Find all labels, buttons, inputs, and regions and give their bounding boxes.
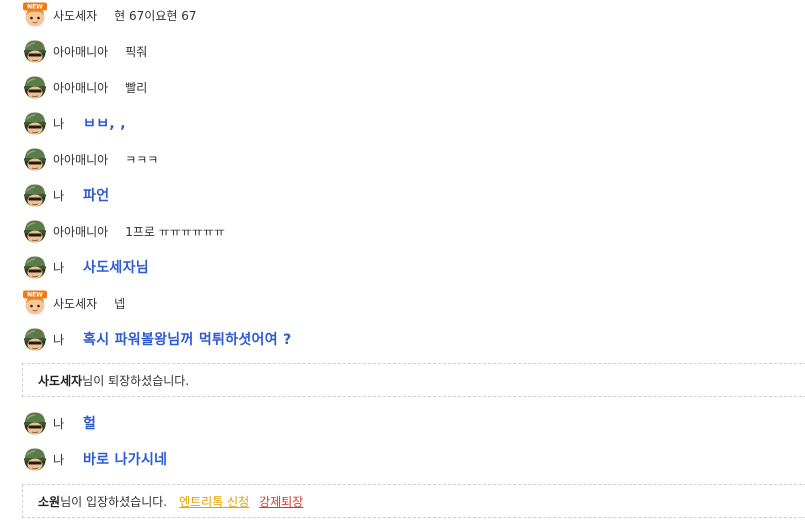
sender-nickname[interactable]: 나 (53, 451, 64, 468)
soldier-avatar-icon[interactable] (22, 326, 48, 352)
new-badge-label: NEW (27, 4, 43, 11)
new-badge-avatar-icon[interactable]: NEW (22, 2, 48, 28)
entry-talk-request-link[interactable]: 엔트리톡 신청 (179, 493, 249, 510)
notice-text: 님이 퇴장하셨습니다. (82, 373, 190, 388)
message-text: 바로 나가시네 (83, 452, 168, 468)
soldier-avatar-icon[interactable] (22, 182, 48, 208)
kick-user-link[interactable]: 강제퇴장 (259, 493, 303, 510)
sender-nickname[interactable]: 아아매니아 (53, 151, 108, 168)
system-notice-enter: 소원 님이 입장하셨습니다. 엔트리톡 신청 강제퇴장 (22, 484, 805, 518)
chat-message-row: 나 사도세자님 (22, 254, 149, 280)
chat-message-row: 나 헐 (22, 410, 96, 436)
sender-nickname[interactable]: 나 (53, 331, 64, 348)
chat-message-row: 아아매니아 ㅋㅋㅋ (22, 146, 158, 172)
sender-nickname[interactable]: 사도세자 (53, 7, 97, 24)
message-text: 픽줘 (125, 44, 148, 59)
message-text: 혹시 파워볼왕님꺼 먹튀하셧어여 ? (83, 332, 292, 348)
sender-nickname[interactable]: 나 (53, 259, 64, 276)
chat-message-row: NEW 사도세자 넵 (22, 290, 125, 316)
notice-username[interactable]: 사도세자 (38, 372, 82, 389)
soldier-avatar-icon[interactable] (22, 254, 48, 280)
message-text: ㅂㅂ, , (83, 116, 126, 132)
notice-text: 님이 입장하셨습니다. (60, 494, 168, 509)
soldier-avatar-icon[interactable] (22, 38, 48, 64)
chat-feed: NEW 사도세자 현 67이요현 67 아아매니아 픽줘 아아매니아 빨리 나 … (0, 0, 805, 528)
chat-message-row: 나 혹시 파워볼왕님꺼 먹튀하셧어여 ? (22, 326, 292, 352)
new-badge-avatar-icon[interactable]: NEW (22, 290, 48, 316)
message-text: 사도세자님 (83, 260, 149, 276)
notice-username[interactable]: 소원 (38, 493, 60, 510)
message-text: 헐 (83, 416, 97, 432)
chat-message-row: 아아매니아 픽줘 (22, 38, 147, 64)
sender-nickname[interactable]: 나 (53, 115, 64, 132)
message-text: 1프로 ㅠㅠㅠㅠㅠㅠ (125, 224, 225, 239)
chat-message-row: 아아매니아 빨리 (22, 74, 147, 100)
sender-nickname[interactable]: 아아매니아 (53, 79, 108, 96)
sender-nickname[interactable]: 아아매니아 (53, 43, 108, 60)
chat-message-row: NEW 사도세자 현 67이요현 67 (22, 2, 197, 28)
chat-message-row: 나 파언 (22, 182, 109, 208)
chat-message-row: 나 바로 나가시네 (22, 446, 167, 472)
soldier-avatar-icon[interactable] (22, 410, 48, 436)
sender-nickname[interactable]: 아아매니아 (53, 223, 108, 240)
sender-nickname[interactable]: 나 (53, 187, 64, 204)
soldier-avatar-icon[interactable] (22, 446, 48, 472)
system-notice-leave: 사도세자 님이 퇴장하셨습니다. (22, 363, 805, 397)
sender-nickname[interactable]: 사도세자 (53, 295, 97, 312)
soldier-avatar-icon[interactable] (22, 74, 48, 100)
message-text: 현 67이요현 67 (114, 8, 197, 23)
soldier-avatar-icon[interactable] (22, 218, 48, 244)
chat-message-row: 나 ㅂㅂ, , (22, 110, 126, 136)
chat-message-row: 아아매니아 1프로 ㅠㅠㅠㅠㅠㅠ (22, 218, 225, 244)
message-text: 빨리 (125, 80, 148, 95)
new-badge-label: NEW (27, 292, 43, 299)
message-text: 넵 (114, 296, 126, 311)
sender-nickname[interactable]: 나 (53, 415, 64, 432)
soldier-avatar-icon[interactable] (22, 146, 48, 172)
soldier-avatar-icon[interactable] (22, 110, 48, 136)
message-text: 파언 (83, 188, 110, 204)
message-text: ㅋㅋㅋ (125, 152, 159, 167)
